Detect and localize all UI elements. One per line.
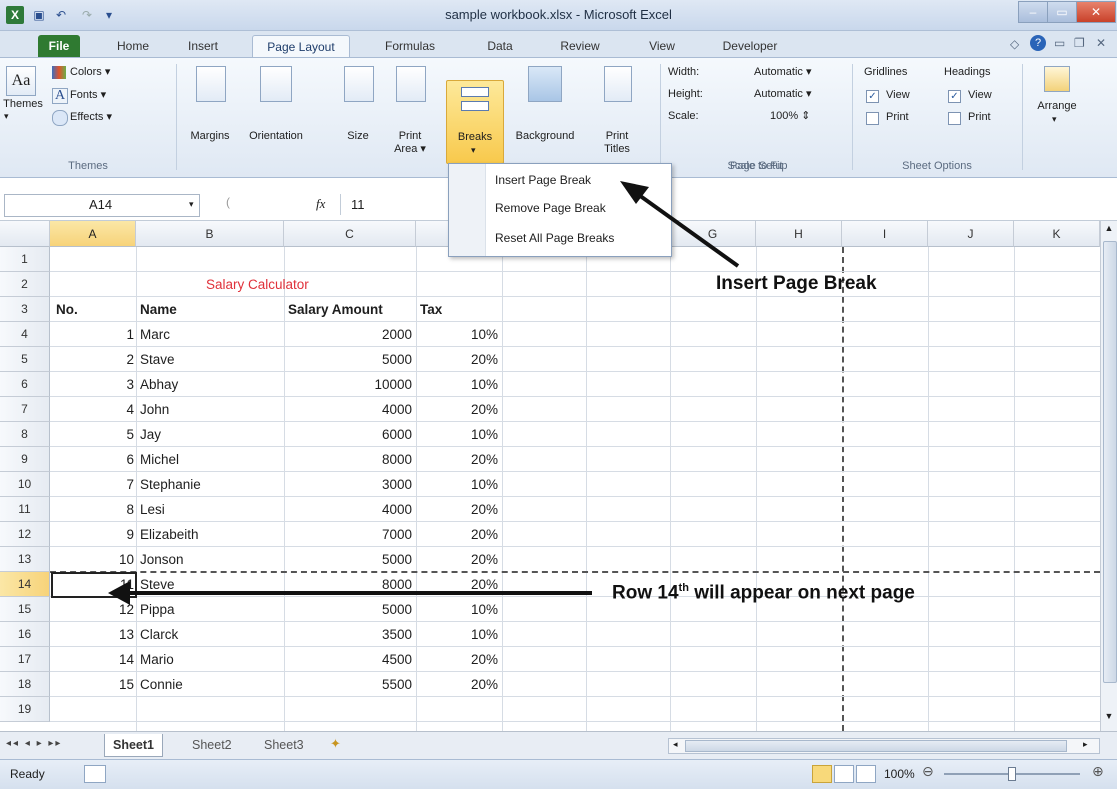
scroll-down-icon[interactable]: ▼ bbox=[1103, 711, 1115, 725]
zoom-level[interactable]: 100% bbox=[884, 767, 915, 781]
status-ready: Ready bbox=[10, 767, 45, 781]
scroll-left-icon[interactable]: ◂ bbox=[673, 739, 678, 750]
scroll-thumb[interactable] bbox=[1103, 241, 1117, 683]
zoom-out-icon[interactable]: ⊖ bbox=[922, 763, 934, 780]
vertical-scrollbar[interactable]: ▲ ▼ bbox=[1100, 221, 1117, 731]
arrowhead-row14 bbox=[108, 581, 130, 605]
sheet-tab-3[interactable]: Sheet3 bbox=[256, 734, 312, 756]
sheet-tab-1[interactable]: Sheet1 bbox=[104, 734, 163, 757]
sheet-tab-2[interactable]: Sheet2 bbox=[184, 734, 240, 756]
hscroll-thumb[interactable] bbox=[685, 740, 1067, 752]
insert-sheet-icon[interactable]: ✦ bbox=[330, 736, 341, 752]
status-bar: Ready 100% ⊖ ⊕ bbox=[0, 759, 1117, 789]
scroll-right-icon[interactable]: ▸ bbox=[1083, 739, 1088, 750]
page-break-preview-icon[interactable] bbox=[856, 765, 876, 783]
macro-record-icon[interactable] bbox=[84, 765, 106, 783]
page-layout-view-icon[interactable] bbox=[834, 765, 854, 783]
zoom-in-icon[interactable]: ⊕ bbox=[1092, 763, 1104, 780]
arrow-insert-page-break bbox=[630, 188, 740, 268]
zoom-slider-thumb[interactable] bbox=[1008, 767, 1016, 781]
normal-view-icon[interactable] bbox=[812, 765, 832, 783]
sheet-nav-icon[interactable]: ◂◂ ◂ ▸ ▸▸ bbox=[6, 738, 62, 749]
horizontal-scrollbar[interactable]: ◂ ▸ bbox=[668, 738, 1100, 754]
scroll-up-icon[interactable]: ▲ bbox=[1103, 223, 1115, 237]
annotation-arrows bbox=[108, 181, 740, 605]
sheet-tab-bar: ◂◂ ◂ ▸ ▸▸ Sheet1 Sheet2 Sheet3 ✦ ◂ ▸ bbox=[0, 731, 1117, 760]
